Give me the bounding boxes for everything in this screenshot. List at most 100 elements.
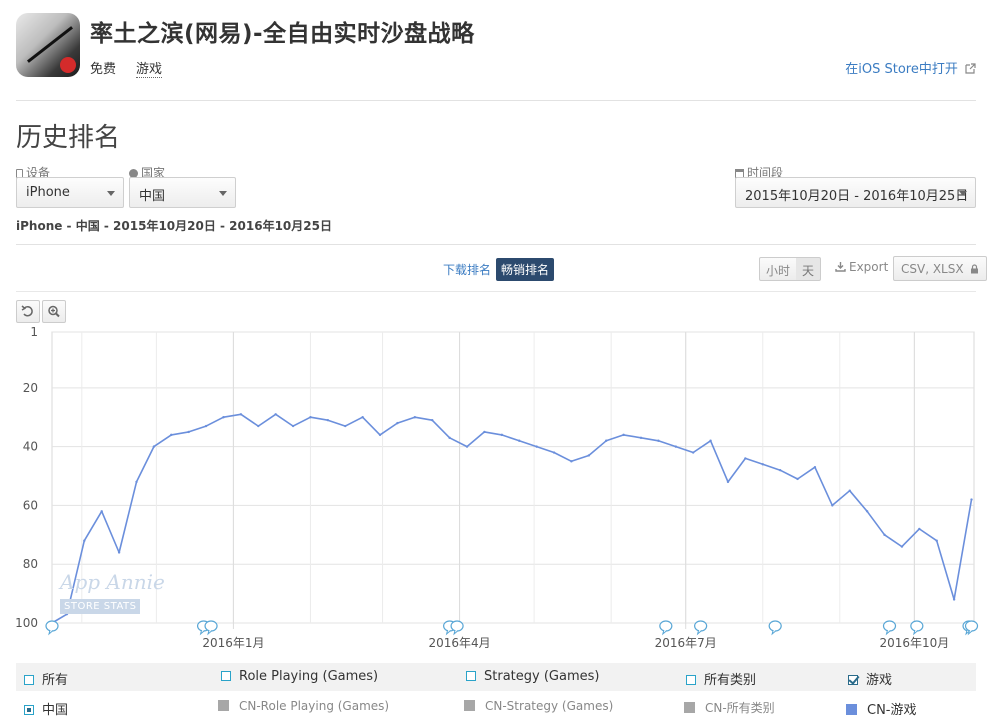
data-point [761, 463, 764, 466]
event-marker-icon[interactable] [882, 620, 897, 636]
filter-divider [16, 244, 976, 245]
rank-chart: 120406080100 2016年1月 2016年4月 2016年7月 2016年1… [15, 325, 979, 650]
annotation-markers [45, 620, 979, 636]
data-point [413, 416, 417, 419]
legend-all[interactable]: 所有 [24, 669, 68, 688]
day-toggle[interactable]: 天 [796, 257, 822, 281]
chevron-down-icon [959, 191, 967, 196]
checkbox-icon [24, 675, 34, 685]
price-tag: 免费 [90, 62, 117, 77]
grossing-rank-tab[interactable]: 畅销排名 [496, 258, 555, 281]
data-point [796, 477, 799, 481]
watermark-brand: App Annie [60, 570, 165, 594]
data-point [691, 451, 695, 454]
data-point [344, 424, 347, 428]
header-divider [16, 100, 976, 101]
event-marker-icon[interactable] [694, 620, 708, 636]
chart-grid [51, 331, 975, 629]
chevron-down-icon [219, 191, 227, 196]
period-select[interactable]: 2015年10月20日 - 2016年10月25日 [735, 177, 976, 208]
reset-zoom-button[interactable] [16, 300, 40, 323]
data-point [431, 418, 434, 422]
watermark-sub: STORE STATS [60, 599, 141, 614]
zoom-in-icon [48, 305, 60, 318]
plot-area [51, 331, 975, 624]
x-tick-label: 2016年10月 [879, 636, 949, 650]
export-button[interactable]: Export [835, 260, 888, 274]
device-select[interactable]: iPhone [16, 177, 124, 208]
series-swatch-icon [218, 700, 229, 711]
open-ios-store-link[interactable]: 在iOS Store中打开 [845, 58, 976, 77]
series-swatch-icon [684, 702, 695, 713]
data-point [396, 421, 399, 425]
legend-cn-games[interactable]: CN-游戏 [846, 699, 917, 718]
legend-cn-role-playing[interactable]: CN-Role Playing (Games) [218, 699, 389, 713]
undo-icon [21, 305, 33, 317]
download-rank-tab[interactable]: 下载排名 [443, 261, 491, 278]
hour-toggle[interactable]: 小时 [759, 257, 798, 281]
y-tick-label: 40 [23, 440, 38, 454]
series-line [51, 413, 973, 624]
checkbox-icon [221, 671, 231, 681]
legend-all-categories[interactable]: 所有类别 [686, 669, 756, 688]
legend-role-playing[interactable]: Role Playing (Games) [221, 669, 378, 684]
data-point [918, 527, 921, 531]
event-marker-icon[interactable] [659, 620, 673, 636]
data-point [900, 545, 904, 548]
legend-china[interactable]: 中国 [24, 699, 68, 718]
data-point [326, 418, 330, 422]
data-point [135, 480, 138, 484]
data-point [570, 460, 573, 463]
data-point [309, 416, 312, 419]
external-link-icon [965, 63, 976, 74]
data-point [239, 413, 243, 416]
data-point [744, 457, 747, 460]
category-link[interactable]: 游戏 [136, 58, 163, 78]
data-point [361, 416, 364, 419]
data-point [552, 451, 556, 454]
legend-strategy[interactable]: Strategy (Games) [466, 669, 599, 684]
data-point [500, 433, 504, 437]
event-marker-icon[interactable] [768, 620, 782, 636]
data-point [535, 445, 538, 448]
legend-games[interactable]: 游戏 [848, 669, 892, 688]
export-label: Export [849, 260, 889, 274]
event-marker-icon[interactable] [204, 620, 218, 636]
data-point [152, 445, 156, 448]
chevron-down-icon [107, 191, 115, 196]
csv-xlsx-button[interactable]: CSV, XLSX [893, 256, 988, 281]
event-marker-icon[interactable] [450, 620, 464, 636]
toolbar-divider [16, 291, 976, 292]
legend-cn-strategy[interactable]: CN-Strategy (Games) [464, 699, 613, 713]
data-point [778, 468, 782, 472]
data-point [378, 433, 382, 437]
data-point [187, 430, 190, 434]
data-point [831, 504, 834, 507]
checkbox-icon [466, 671, 476, 681]
country-select[interactable]: 中国 [129, 177, 236, 208]
data-point [100, 510, 103, 513]
legend-cn-all-categories[interactable]: CN-所有类别 [684, 699, 775, 716]
data-point [604, 439, 608, 442]
app-icon [16, 13, 80, 77]
x-tick-label: 2016年7月 [655, 636, 717, 650]
y-tick-label: 20 [23, 381, 38, 395]
data-point [674, 445, 677, 448]
data-point [639, 436, 643, 440]
data-point [465, 445, 469, 448]
y-axis: 1 20 40 60 80 100 [15, 325, 38, 630]
data-point [709, 439, 712, 442]
period-select-value: 2015年10月20日 - 2016年10月25日 [745, 189, 969, 204]
zoom-button[interactable] [42, 300, 66, 323]
data-point [952, 598, 956, 601]
event-marker-icon[interactable] [45, 620, 59, 636]
filter-summary: iPhone - 中国 - 2015年10月20日 - 2016年10月25日 [16, 219, 332, 233]
data-point [970, 498, 973, 501]
event-marker-icon[interactable] [910, 620, 924, 636]
data-point [848, 489, 851, 492]
data-point [622, 433, 625, 437]
data-point [170, 433, 173, 437]
radio-selected-icon [24, 705, 34, 715]
country-select-value: 中国 [139, 189, 166, 204]
device-select-value: iPhone [26, 185, 70, 200]
